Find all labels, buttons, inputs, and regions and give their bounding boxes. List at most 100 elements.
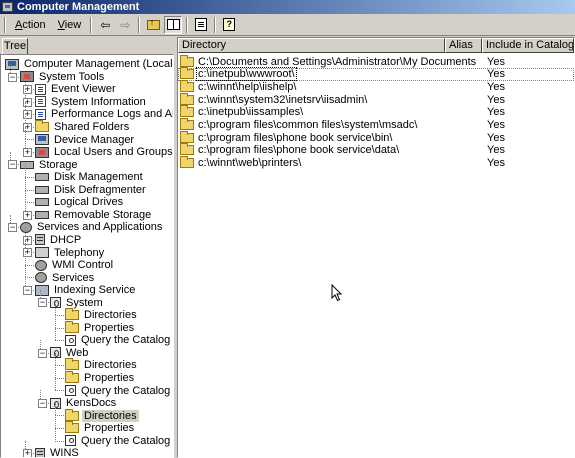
folder-up-icon[interactable] <box>144 16 162 34</box>
collapse-icon[interactable]: − <box>38 298 47 308</box>
tree-item-label: Storage <box>39 158 78 171</box>
expand-icon[interactable]: + <box>23 449 32 457</box>
tree-item[interactable]: Removable Storage <box>35 209 153 222</box>
collapse-icon[interactable]: − <box>38 398 47 408</box>
tree-item[interactable]: DHCP <box>35 234 83 247</box>
tree-item[interactable]: KensDocs <box>50 397 118 410</box>
tree-item[interactable]: Disk Management <box>35 171 145 184</box>
folder-icon <box>180 105 194 118</box>
list-item[interactable]: c:\program files\phone book service\bin\… <box>178 130 574 144</box>
tree-item[interactable]: Local Users and Groups <box>35 146 173 159</box>
tree-item[interactable]: Services <box>35 271 96 284</box>
back-arrow-icon[interactable]: ⇦ <box>96 16 114 34</box>
tree-item[interactable]: Storage <box>20 158 80 171</box>
menu-view[interactable]: View <box>52 16 88 34</box>
directory-path: c:\inetpub\iissamples\ <box>198 106 304 119</box>
tree-item[interactable]: System Tools <box>20 71 106 84</box>
tree-line <box>25 189 34 191</box>
tree-item-label: Directories <box>82 409 139 422</box>
tree-item[interactable]: Event Viewer <box>35 83 118 96</box>
folder-icon <box>180 118 194 130</box>
export-list-icon[interactable] <box>192 16 210 34</box>
tree-item[interactable]: Properties <box>65 371 136 385</box>
tree-item[interactable]: Query the Catalog <box>65 384 172 397</box>
tree-item-label: Indexing Service <box>54 284 136 297</box>
show-tree-icon[interactable] <box>164 15 183 34</box>
expand-icon[interactable]: + <box>23 210 32 220</box>
menu-action[interactable]: Action <box>9 16 52 34</box>
tree-item[interactable]: Indexing Service <box>35 284 137 297</box>
tree-item[interactable]: Performance Logs and Alerts <box>35 108 173 121</box>
console-tree[interactable]: Computer Management (Local) System Tools −… <box>0 54 174 458</box>
tree-item[interactable]: WMI Control <box>35 259 115 272</box>
tab-tree[interactable]: Tree <box>2 38 28 55</box>
tree-item-label: WMI Control <box>52 259 114 272</box>
tools-icon <box>35 146 49 158</box>
phone-icon <box>35 247 49 258</box>
list-item[interactable]: c:\program files\common files\system\msa… <box>178 118 574 132</box>
list-item[interactable]: c:\inetpub\wwwroot\ Yes <box>178 67 574 82</box>
tree-item[interactable]: Directories <box>65 408 139 422</box>
tree-item[interactable]: Properties <box>65 320 136 335</box>
list-item[interactable]: C:\Documents and Settings\Administrator\… <box>178 54 574 68</box>
tree-line <box>25 164 26 177</box>
toolbar-separator <box>186 16 189 33</box>
tree-item-label: Directories <box>84 309 137 322</box>
folder-icon <box>180 92 194 105</box>
collapse-icon[interactable]: − <box>38 348 47 358</box>
tree-item[interactable]: Directories <box>65 358 139 372</box>
tree-line <box>55 390 64 392</box>
tree-line <box>55 365 56 378</box>
tree-line <box>55 302 56 315</box>
tree-item-label: Event Viewer <box>51 83 116 96</box>
tree-item[interactable]: Computer Management (Local) <box>5 58 173 71</box>
tree-item[interactable]: Logical Drives <box>35 196 125 209</box>
collapse-icon[interactable]: − <box>23 285 32 295</box>
list-item[interactable]: c:\winnt\web\printers\ Yes <box>178 156 574 170</box>
tree-line <box>55 377 56 391</box>
tree-item-label: System Tools <box>39 70 105 83</box>
tree-item-label: Properties <box>84 321 135 334</box>
tree-item[interactable]: WINS <box>35 447 81 457</box>
tree-item[interactable]: Shared Folders <box>35 120 131 134</box>
tree-item[interactable]: Disk Defragmenter <box>35 184 148 197</box>
column-header-directory[interactable]: Directory <box>178 38 445 53</box>
tree-item[interactable]: Properties <box>65 421 136 435</box>
tree-item[interactable]: System Information <box>35 96 148 109</box>
column-header-include[interactable]: Include in Catalog <box>482 38 574 53</box>
list-item[interactable]: c:\winnt\system32\inetsrv\iisadmin\ Yes <box>178 92 574 106</box>
help-icon[interactable]: ? <box>220 16 238 34</box>
tree-item[interactable]: System <box>50 296 105 309</box>
title-bar: Computer Management <box>0 0 575 14</box>
tree-item[interactable]: Device Manager <box>35 133 136 146</box>
tree-line <box>25 126 26 140</box>
folder-icon <box>65 308 79 321</box>
tree-item-label: Query the Catalog <box>81 334 171 347</box>
collapse-icon[interactable]: − <box>8 72 17 82</box>
list-item[interactable]: c:\program files\phone book service\data… <box>178 143 574 157</box>
tree-item[interactable]: Query the Catalog <box>65 435 172 448</box>
details-list[interactable]: Directory Alias Include in Catalog C:\Do… <box>177 37 575 458</box>
column-header-alias[interactable]: Alias <box>445 38 482 53</box>
forward-arrow-icon[interactable]: ⇨ <box>116 16 134 34</box>
tree-item[interactable]: Directories <box>65 308 139 322</box>
tree-item[interactable]: Web <box>50 347 90 360</box>
expand-icon[interactable]: + <box>23 147 32 157</box>
directory-path: c:\program files\phone book service\bin\ <box>198 131 393 144</box>
list-item[interactable]: c:\winnt\help\iishelp\ Yes <box>178 79 574 93</box>
directory-path: c:\winnt\help\iishelp\ <box>198 80 297 93</box>
tree-item[interactable]: Services and Applications <box>20 221 164 234</box>
tree-item[interactable]: Telephony <box>35 246 106 259</box>
list-item[interactable]: c:\inetpub\iissamples\ Yes <box>178 105 574 119</box>
include-in-catalog-value: Yes <box>487 119 505 131</box>
collapse-icon[interactable]: − <box>8 223 17 233</box>
tree-line <box>55 327 64 329</box>
disk-icon <box>35 173 49 182</box>
collapse-icon[interactable]: − <box>8 160 17 170</box>
disk-icon <box>20 160 34 169</box>
tree-item-label: Performance Logs and Alerts <box>51 108 173 121</box>
directory-path: C:\Documents and Settings\Administrator\… <box>198 55 477 68</box>
tree-item-label: Disk Defragmenter <box>54 183 146 196</box>
gear-icon <box>35 272 47 284</box>
tree-item[interactable]: Query the Catalog <box>65 334 172 347</box>
